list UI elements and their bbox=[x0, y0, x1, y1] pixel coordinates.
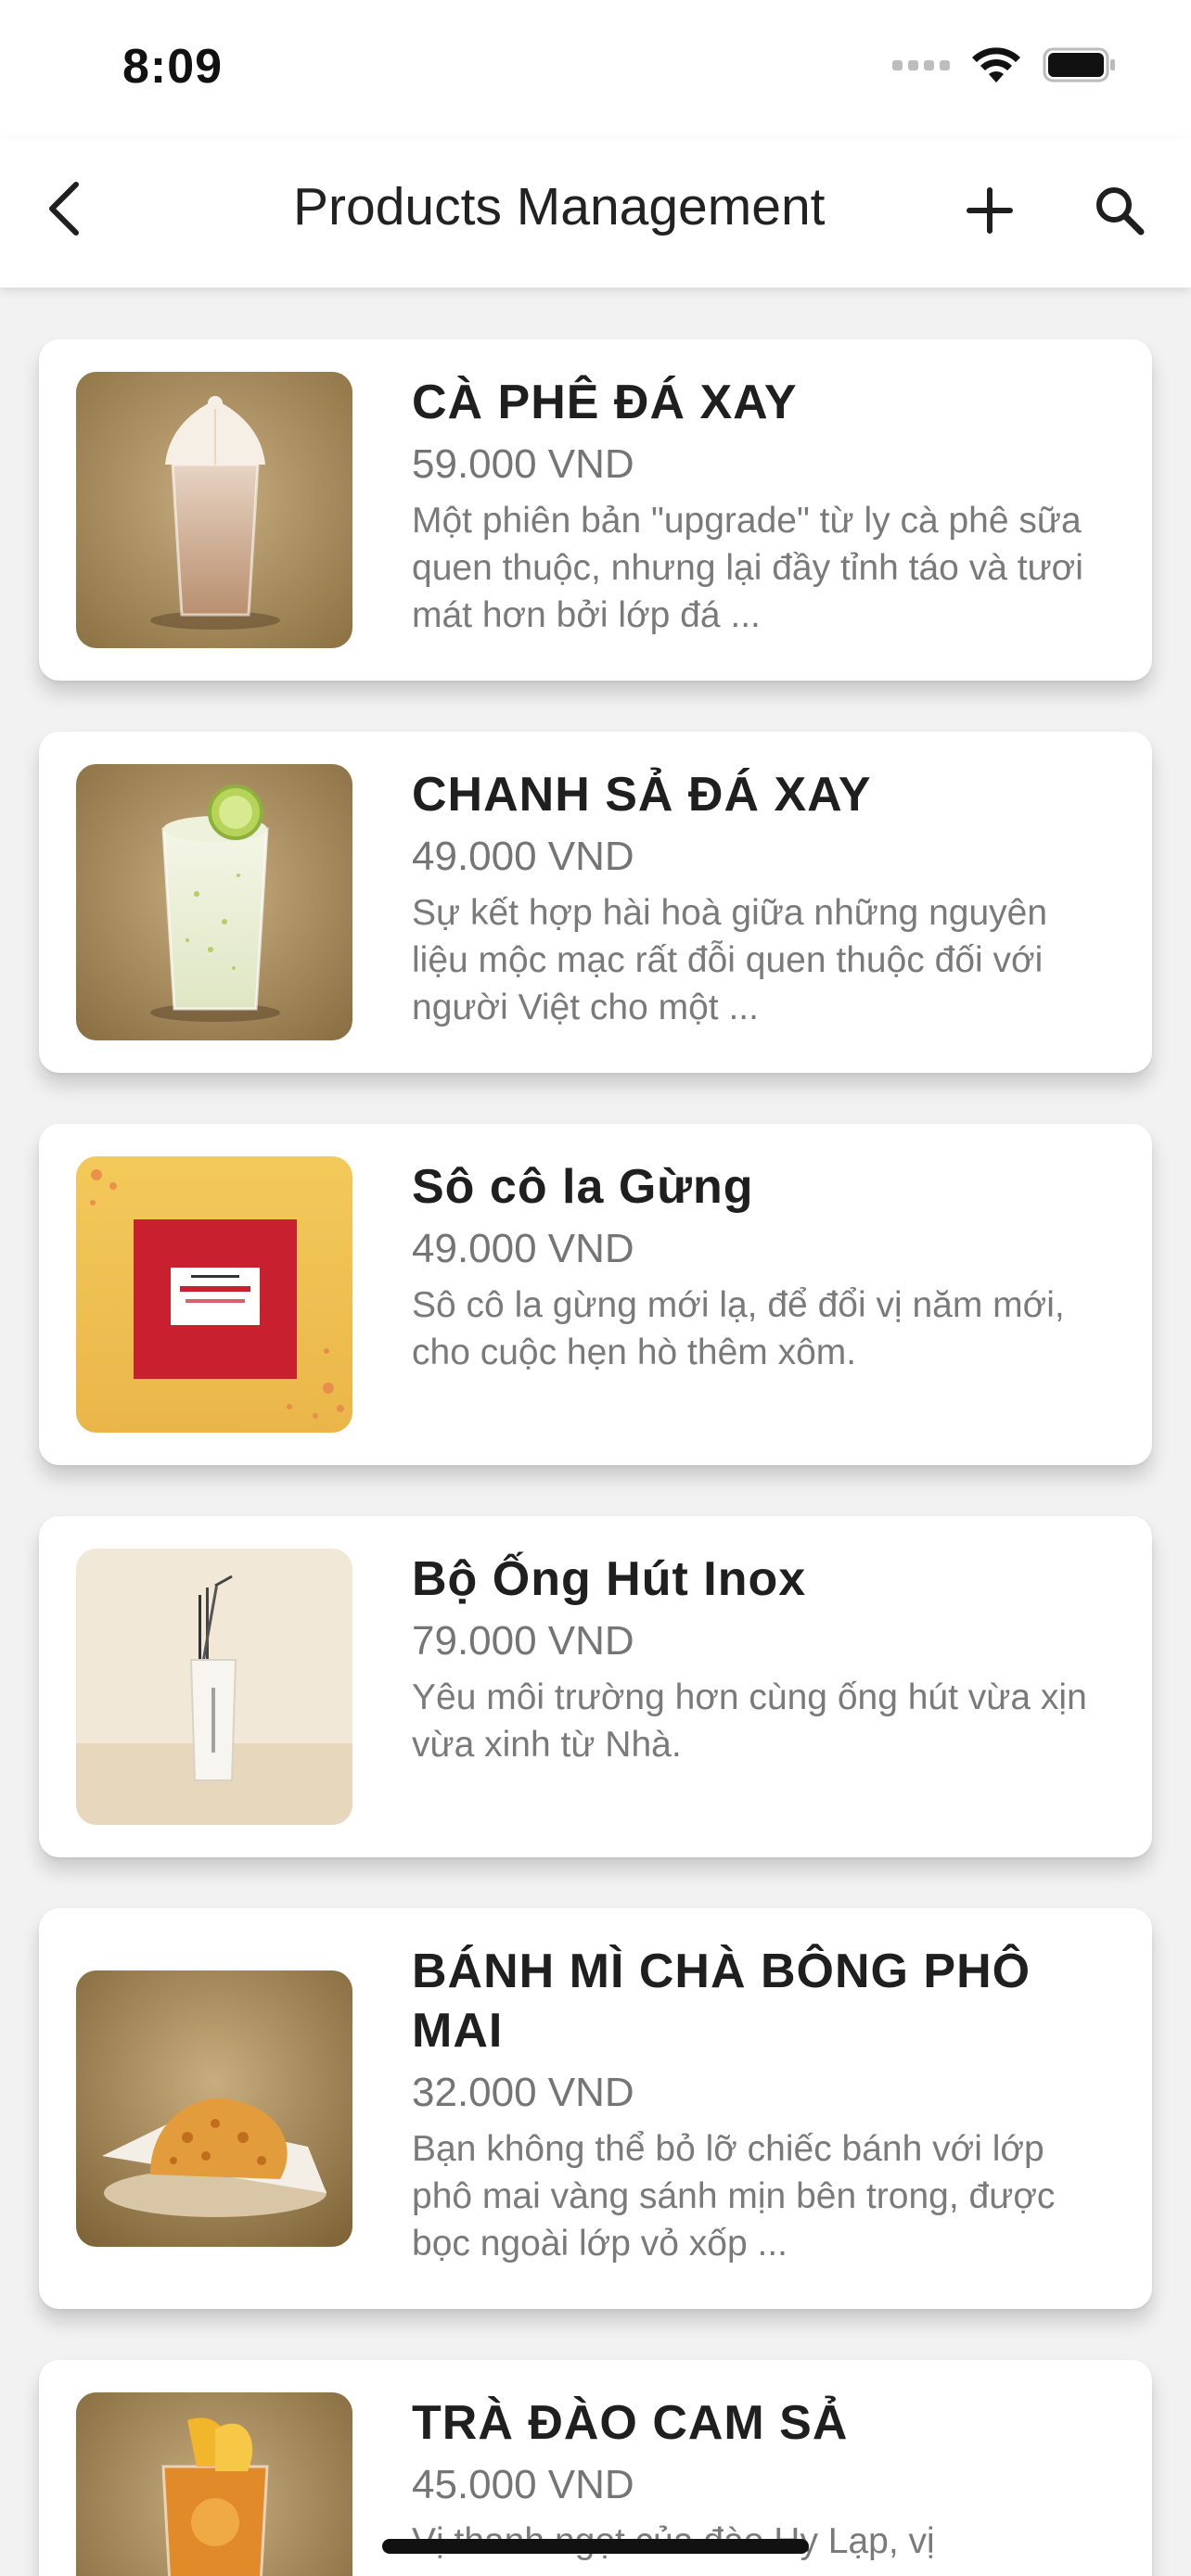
product-name: CHANH SẢ ĐÁ XAY bbox=[412, 768, 872, 822]
peach-tea-image bbox=[76, 2392, 352, 2576]
product-description: Một phiên bản "upgrade" từ ly cà phê sữa… bbox=[412, 501, 1083, 635]
steel-straw-set-image bbox=[76, 1549, 352, 1825]
product-card[interactable]: CHANH SẢ ĐÁ XAY 49.000 VND Sự kết hợp hà… bbox=[39, 732, 1152, 1073]
wifi-icon bbox=[972, 47, 1020, 83]
lime-lemongrass-drink-image bbox=[76, 764, 352, 1040]
product-name: CÀ PHÊ ĐÁ XAY bbox=[412, 376, 798, 429]
product-description: Sô cô la gừng mới lạ, để đổi vị năm mới,… bbox=[412, 1285, 1065, 1372]
product-price: 45.000 VND bbox=[412, 2462, 634, 2507]
back-button[interactable] bbox=[33, 174, 93, 243]
product-description: Bạn không thể bỏ lỡ chiếc bánh với lớp p… bbox=[412, 2129, 1056, 2264]
products-management-screen: 8:09 Products Management CÀ PHÊ ĐÁ XAY 5… bbox=[0, 0, 1191, 2576]
product-description: Yêu môi trường hơn cùng ống hút vừa xịn … bbox=[412, 1677, 1087, 1765]
cellular-signal-icon bbox=[892, 59, 950, 70]
search-icon bbox=[1096, 187, 1145, 236]
product-price: 32.000 VND bbox=[412, 2070, 634, 2115]
product-price: 59.000 VND bbox=[412, 441, 634, 487]
ginger-chocolate-box-image bbox=[76, 1156, 352, 1433]
product-price: 49.000 VND bbox=[412, 834, 634, 879]
product-name: TRÀ ĐÀO CAM SẢ bbox=[412, 2396, 849, 2450]
product-price: 49.000 VND bbox=[412, 1226, 634, 1271]
home-indicator[interactable] bbox=[382, 2539, 809, 2554]
product-card[interactable]: Sô cô la Gừng 49.000 VND Sô cô la gừng m… bbox=[39, 1124, 1152, 1465]
status-icons bbox=[892, 43, 1117, 87]
product-name: BÁNH MÌ CHÀ BÔNG PHÔ MAI bbox=[412, 1945, 1031, 2058]
product-card[interactable]: Bộ Ống Hút Inox 79.000 VND Yêu môi trườn… bbox=[39, 1516, 1152, 1857]
plus-icon bbox=[967, 187, 1013, 234]
status-bar: 8:09 bbox=[0, 0, 1191, 139]
product-name: Sô cô la Gừng bbox=[412, 1160, 754, 1214]
product-description: Sự kết hợp hài hoà giữa những nguyên liệ… bbox=[412, 893, 1048, 1027]
navigation-bar: Products Management bbox=[0, 139, 1191, 287]
search-button[interactable] bbox=[1085, 176, 1154, 245]
status-time: 8:09 bbox=[122, 40, 224, 94]
pork-floss-bread-image bbox=[76, 1970, 352, 2247]
blended-coffee-image bbox=[76, 372, 352, 648]
product-name: Bộ Ống Hút Inox bbox=[412, 1552, 807, 1606]
battery-icon bbox=[1043, 47, 1115, 83]
page-title: Products Management bbox=[293, 177, 826, 236]
product-card[interactable]: CÀ PHÊ ĐÁ XAY 59.000 VND Một phiên bản "… bbox=[39, 339, 1152, 681]
add-product-button[interactable] bbox=[955, 176, 1024, 245]
chevron-left-icon bbox=[49, 182, 79, 236]
product-price: 79.000 VND bbox=[412, 1618, 634, 1664]
product-card[interactable]: BÁNH MÌ CHÀ BÔNG PHÔ MAI 32.000 VND Bạn … bbox=[39, 1908, 1152, 2309]
